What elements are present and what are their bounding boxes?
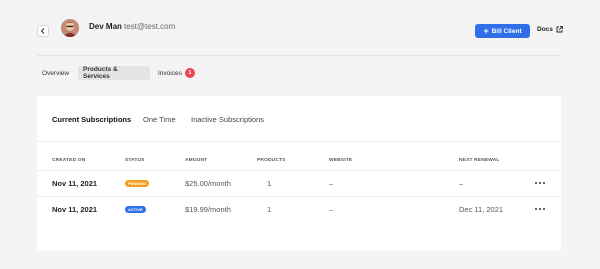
column-header-amount: AMOUNT bbox=[185, 158, 208, 163]
row-2-more-icon[interactable] bbox=[535, 206, 545, 212]
header-divider bbox=[37, 55, 561, 56]
row-2-amount: $19.99/month bbox=[185, 205, 231, 214]
row-2-products: 1 bbox=[267, 205, 272, 214]
row-2-created-on: Nov 11, 2021 bbox=[52, 205, 98, 214]
subtab-one-time[interactable]: One Time bbox=[143, 115, 176, 124]
subtab-current-subscriptions[interactable]: Current Subscriptions bbox=[52, 115, 131, 124]
tab-products-services-label: Products & Services bbox=[83, 66, 118, 80]
row-2-next-renewal: Dec 11, 2021 bbox=[459, 205, 504, 214]
tab-overview-label: Overview bbox=[42, 69, 70, 77]
row-1-amount: $25.00/month bbox=[185, 179, 231, 188]
tab-invoices[interactable]: Invoices 1 bbox=[158, 66, 195, 80]
column-header-status: STATUS bbox=[125, 158, 145, 163]
bill-client-button[interactable]: + Bill Client bbox=[475, 24, 530, 38]
subtab-inactive-subscriptions[interactable]: Inactive Subscriptions bbox=[191, 115, 264, 124]
plus-icon: + bbox=[483, 25, 489, 36]
header-row-divider bbox=[37, 170, 561, 171]
subscriptions-card: Current Subscriptions One Time Inactive … bbox=[37, 96, 561, 251]
column-header-products: PRODUCTS bbox=[257, 158, 286, 163]
tab-invoices-label: Invoices bbox=[158, 69, 182, 77]
external-link-icon bbox=[556, 26, 563, 33]
row-1-products: 1 bbox=[267, 179, 272, 188]
row-1-created-on: Nov 11, 2021 bbox=[52, 179, 98, 188]
docs-link[interactable]: Docs bbox=[537, 26, 563, 33]
row-divider bbox=[37, 196, 561, 197]
column-header-next-renewal: NEXT RENEWAL bbox=[459, 158, 500, 163]
avatar bbox=[61, 19, 79, 37]
user-name: Dev Man bbox=[89, 22, 122, 31]
row-1-next-renewal: – bbox=[459, 179, 464, 188]
row-1-more-icon[interactable] bbox=[535, 180, 545, 186]
row-2-status-badge: ACTIVE bbox=[125, 206, 146, 213]
row-2-website: – bbox=[329, 205, 334, 214]
column-header-website: WEBSITE bbox=[329, 158, 353, 163]
chevron-left-icon bbox=[40, 28, 45, 34]
tab-overview[interactable]: Overview bbox=[42, 66, 69, 80]
invoices-count-badge: 1 bbox=[184, 68, 195, 78]
user-email: test@test.com bbox=[124, 22, 176, 31]
tab-products-services[interactable]: Products & Services bbox=[78, 66, 150, 80]
top-bar: Dev Man test@test.com + Bill Client Docs bbox=[0, 0, 600, 56]
docs-label: Docs bbox=[537, 26, 553, 33]
row-1-website: – bbox=[329, 179, 334, 188]
row-1-status-badge: PENDING bbox=[125, 180, 150, 187]
back-button[interactable] bbox=[37, 25, 49, 37]
column-header-created-on: CREATED ON bbox=[52, 158, 86, 163]
bill-client-label: Bill Client bbox=[491, 27, 522, 35]
subtabs-divider bbox=[37, 141, 561, 142]
